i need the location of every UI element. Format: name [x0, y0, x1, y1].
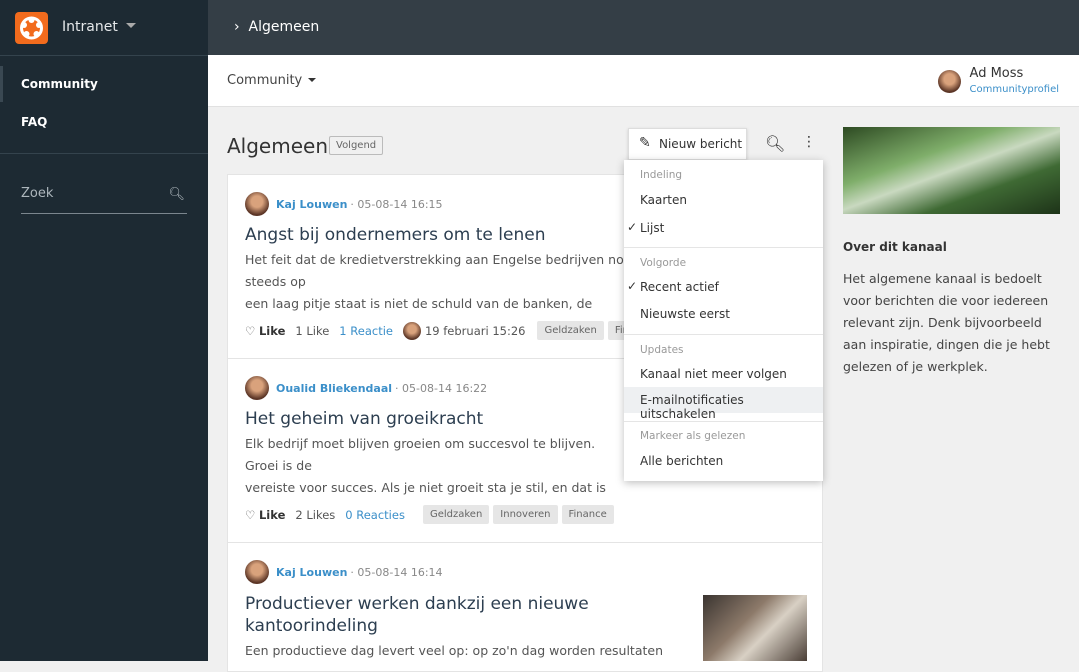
caret-down-icon — [125, 23, 136, 33]
new-post-button[interactable]: ✎ Nieuw bericht — [628, 128, 747, 160]
about-text: Het algemene kanaal is bedoelt voor beri… — [843, 271, 1050, 374]
edit-icon: ✎ — [639, 135, 651, 151]
like-count: 1 Like — [295, 323, 330, 338]
avatar — [245, 376, 269, 400]
menu-item-label: Recent actief — [640, 280, 719, 294]
divider — [0, 153, 208, 154]
like-button[interactable]: Like — [259, 508, 285, 522]
sidebar-item-faq[interactable]: FAQ — [21, 115, 47, 129]
menu-item-label: Alle berichten — [640, 454, 724, 468]
divider — [624, 247, 823, 248]
post-date: · 05-08-14 16:22 — [395, 381, 488, 395]
check-icon: ✓ — [627, 220, 638, 234]
post-title[interactable]: Het geheim van groeikracht — [245, 408, 685, 430]
menu-item-label: Kaarten — [640, 193, 687, 207]
community-dropdown[interactable]: Community — [227, 73, 317, 88]
author-link[interactable]: Kaj Louwen — [276, 198, 347, 211]
topbar: › Algemeen — [208, 0, 1079, 55]
app-switcher[interactable]: Intranet — [62, 19, 136, 35]
divider — [624, 334, 823, 335]
breadcrumb-item: Algemeen — [248, 19, 320, 35]
sidebar: Intranet Community FAQ Zoek 🔍︎ — [0, 0, 208, 661]
caret-down-icon — [308, 78, 317, 86]
channel-image — [843, 127, 1060, 214]
menu-item-all-read[interactable]: Alle berichten — [624, 448, 823, 474]
heart-icon[interactable]: ♡ — [245, 324, 259, 338]
menu-item-label: Nieuwste eerst — [640, 307, 730, 321]
more-vertical-icon[interactable]: ⋮ — [802, 134, 816, 150]
search-input[interactable]: Zoek 🔍︎ — [21, 186, 187, 214]
author-link[interactable]: Oualid Bliekendaal — [276, 382, 392, 395]
tag[interactable]: Geldzaken — [537, 321, 604, 340]
search-icon[interactable]: 🔍︎ — [168, 187, 185, 202]
menu-section-header: Updates — [640, 344, 684, 356]
menu-item-label: E-mailnotificaties uitschakelen — [640, 393, 744, 421]
app-logo[interactable] — [15, 12, 48, 44]
post-excerpt: Het feit dat de kredietverstrekking aan … — [245, 252, 632, 311]
menu-section-header: Indeling — [640, 169, 683, 181]
breadcrumb[interactable]: › Algemeen — [234, 19, 319, 35]
post-title[interactable]: Productiever werken dankzij een nieuwe k… — [245, 593, 605, 637]
menu-item-unfollow[interactable]: Kanaal niet meer volgen — [624, 361, 823, 387]
post-title[interactable]: Angst bij ondernemers om te lenen — [245, 224, 685, 246]
last-reply-date: 19 februari 15:26 — [424, 323, 526, 338]
channel-options-menu: Indeling Kaarten ✓ Lijst Volgorde ✓ Recent… — [624, 160, 823, 481]
app-name: Intranet — [62, 19, 118, 35]
page-title: Algemeen — [227, 134, 329, 158]
user-profile[interactable]: Ad Moss Communityprofiel — [937, 66, 1059, 95]
menu-item-label: Lijst — [640, 221, 665, 235]
like-count: 2 Likes — [295, 507, 336, 522]
about-title: Over dit kanaal — [843, 240, 947, 254]
tag[interactable]: Finance — [561, 505, 614, 524]
tag[interactable]: Geldzaken — [422, 505, 490, 524]
menu-item-nieuwste-eerst[interactable]: Nieuwste eerst — [624, 301, 823, 327]
menu-item-label: Kanaal niet meer volgen — [640, 367, 787, 381]
menu-item-disable-email[interactable]: E-mailnotificaties uitschakelen — [624, 387, 823, 421]
post-excerpt: Elk bedrijf moet blijven groeien om succ… — [245, 436, 606, 495]
avatar — [245, 560, 269, 584]
like-button[interactable]: Like — [259, 324, 285, 338]
search-icon[interactable]: 🔍︎ — [765, 134, 785, 153]
status-badge[interactable]: Volgend — [329, 136, 384, 155]
sidebar-item-community[interactable]: Community — [21, 77, 98, 91]
menu-section-header: Volgorde — [640, 257, 687, 269]
profile-link[interactable]: Communityprofiel — [970, 84, 1059, 95]
avatar — [402, 321, 421, 340]
search-placeholder: Zoek — [21, 186, 54, 201]
avatar — [937, 70, 961, 93]
menu-item-lijst[interactable]: ✓ Lijst — [624, 215, 823, 241]
post-excerpt: Een productieve dag levert veel op: op z… — [245, 643, 663, 658]
menu-item-kaarten[interactable]: Kaarten — [624, 187, 823, 213]
active-indicator — [0, 66, 3, 102]
menu-section-header: Markeer als gelezen — [640, 430, 746, 442]
reactions-link[interactable]: 0 Reacties — [345, 508, 405, 522]
community-label: Community — [227, 73, 303, 88]
post-thumbnail[interactable] — [703, 595, 807, 661]
reactions-link[interactable]: 1 Reactie — [339, 324, 393, 338]
post-date: · 05-08-14 16:14 — [350, 565, 443, 579]
subheader: Community Ad Moss Communityprofiel — [208, 55, 1079, 107]
heart-icon[interactable]: ♡ — [245, 508, 259, 522]
post-card[interactable]: Kaj Louwen · 05-08-14 16:14 Productiever … — [227, 542, 823, 672]
divider — [624, 421, 823, 422]
menu-item-recent-actief[interactable]: ✓ Recent actief — [624, 274, 823, 300]
divider — [0, 55, 208, 56]
check-icon: ✓ — [627, 279, 638, 293]
new-post-label: Nieuw bericht — [659, 137, 743, 151]
user-name: Ad Moss — [969, 66, 1024, 81]
avatar — [245, 192, 269, 216]
post-date: · 05-08-14 16:15 — [350, 197, 443, 211]
author-link[interactable]: Kaj Louwen — [276, 566, 347, 579]
tag[interactable]: Innoveren — [493, 505, 558, 524]
